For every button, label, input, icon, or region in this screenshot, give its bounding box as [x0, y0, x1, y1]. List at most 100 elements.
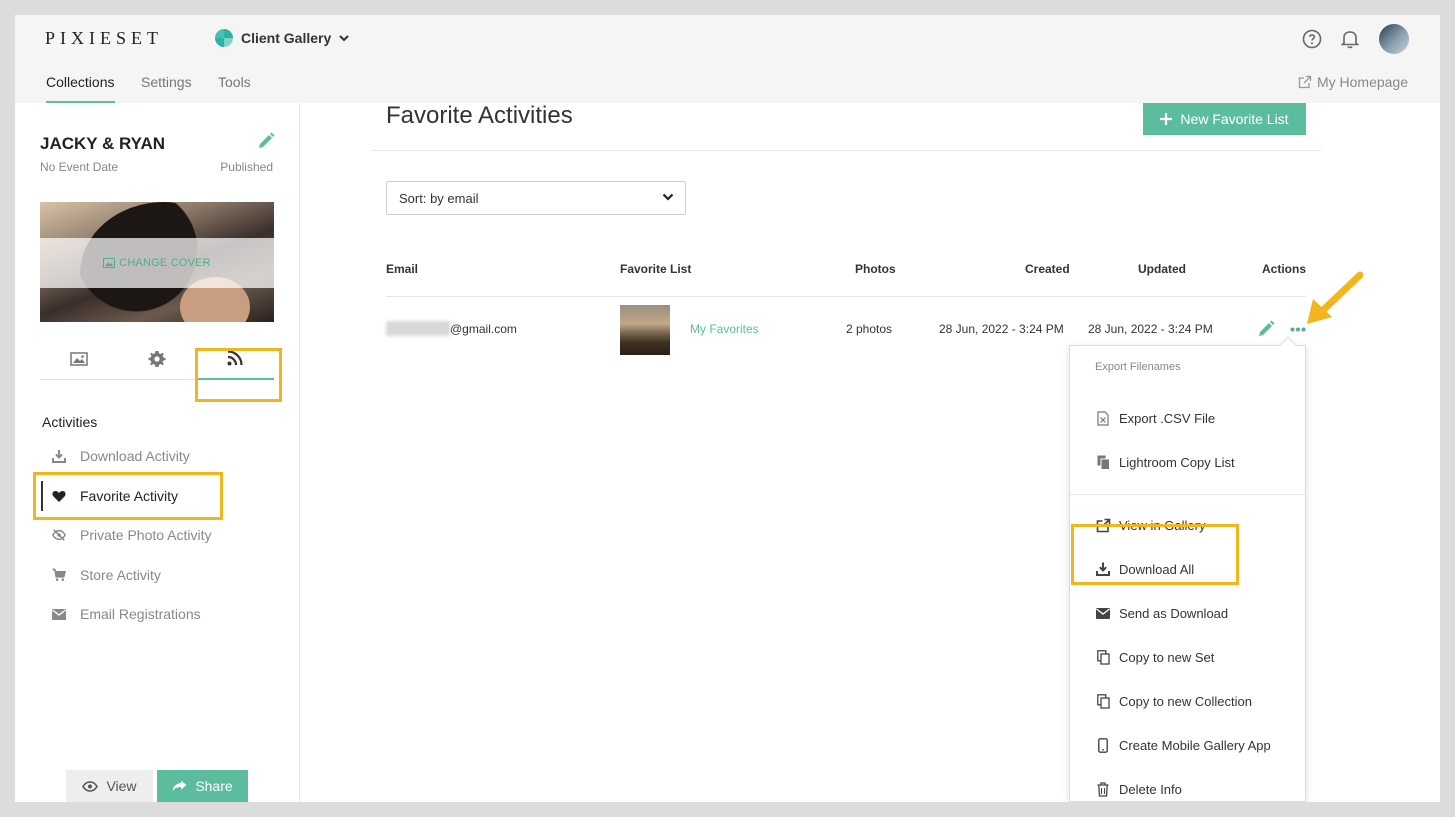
app-switcher[interactable]: Client Gallery: [215, 27, 349, 49]
eye-icon: [82, 780, 99, 792]
export-filenames-heading: Export Filenames: [1095, 361, 1181, 373]
menu-caret: [1279, 336, 1297, 354]
bell-icon[interactable]: [1337, 26, 1363, 52]
menu-item-copy-to-new-collection[interactable]: Copy to new Collection: [1095, 688, 1295, 714]
envelope-icon: [52, 608, 66, 620]
activities-heading: Activities: [42, 414, 98, 430]
highlight-box-download-all: [1071, 524, 1239, 585]
help-icon[interactable]: [1299, 26, 1325, 52]
image-icon: [103, 258, 116, 268]
sidebar-item-store-activity[interactable]: Store Activity: [41, 560, 281, 590]
my-homepage-label: My Homepage: [1316, 74, 1408, 90]
favorite-list-link[interactable]: My Favorites: [690, 322, 759, 336]
cart-icon: [52, 568, 66, 582]
favorite-list-thumbnail[interactable]: [620, 305, 670, 355]
edit-collection-pencil-icon[interactable]: [257, 132, 275, 155]
sidebar-item-label: Private Photo Activity: [80, 527, 212, 543]
annotation-arrow-icon: [1307, 271, 1364, 324]
copy-files-icon: [1095, 455, 1111, 470]
column-header-actions: Actions: [1262, 262, 1307, 276]
divider: [371, 150, 1321, 151]
chevron-down-icon: [339, 35, 349, 42]
column-header-created[interactable]: Created: [1025, 262, 1070, 276]
app-window: PIXIESET Client Gallery Collections Sett…: [15, 15, 1440, 802]
row-email: @gmail.com: [450, 322, 517, 336]
sidebar-item-label: Store Activity: [80, 567, 161, 583]
sidebar-item-download-activity[interactable]: Download Activity: [41, 441, 281, 471]
row-created-date: 28 Jun, 2022 - 3:24 PM: [939, 322, 1064, 336]
my-homepage-link[interactable]: My Homepage: [1298, 74, 1408, 90]
download-icon: [52, 449, 66, 463]
trash-icon: [1095, 781, 1111, 797]
cover-photo: CHANGE COVER: [40, 202, 274, 322]
menu-item-label: Copy to new Collection: [1119, 693, 1252, 709]
column-header-updated[interactable]: Updated: [1138, 262, 1186, 276]
table-divider: [386, 296, 1306, 297]
envelope-icon: [1095, 607, 1111, 619]
row-updated-date: 28 Jun, 2022 - 3:24 PM: [1088, 322, 1213, 336]
external-link-icon: [1298, 75, 1312, 89]
menu-item-label: Copy to new Set: [1119, 649, 1215, 665]
eye-slash-icon: [52, 528, 66, 542]
image-icon: [70, 352, 88, 366]
sidebar-item-label: Email Registrations: [80, 606, 201, 622]
tab-tools[interactable]: Tools: [218, 74, 251, 90]
view-button-label: View: [106, 778, 137, 794]
menu-item-export-csv[interactable]: Export .CSV File: [1095, 405, 1295, 431]
column-header-email[interactable]: Email: [386, 262, 418, 276]
collection-sidebar: JACKY & RYAN No Event Date Published CHA…: [15, 103, 300, 802]
sidebar-item-label: Download Activity: [80, 448, 190, 464]
new-favorite-list-label: New Favorite List: [1180, 111, 1289, 127]
tab-settings[interactable]: Settings: [141, 74, 192, 90]
menu-item-label: Delete Info: [1119, 781, 1182, 797]
share-button-label: Share: [195, 778, 233, 794]
share-icon: [172, 780, 187, 792]
share-button[interactable]: Share: [157, 770, 248, 802]
edit-pencil-icon[interactable]: [1257, 320, 1275, 338]
nav-bar: Collections Settings Tools My Homepage: [15, 63, 1440, 103]
page-title: Favorite Activities: [386, 102, 573, 129]
user-avatar[interactable]: [1379, 24, 1409, 54]
view-button[interactable]: View: [66, 770, 153, 802]
chevron-down-icon: [662, 193, 674, 201]
gear-icon: [148, 351, 166, 367]
menu-item-label: Create Mobile Gallery App: [1119, 737, 1271, 753]
column-header-favorite-list[interactable]: Favorite List: [620, 262, 691, 276]
tab-collection-settings[interactable]: [118, 338, 196, 380]
menu-item-create-mobile-gallery-app[interactable]: Create Mobile Gallery App: [1095, 732, 1295, 758]
publish-status: Published: [220, 160, 273, 174]
event-date: No Event Date: [40, 160, 119, 174]
menu-item-lightroom-copy-list[interactable]: Lightroom Copy List: [1095, 449, 1295, 475]
tab-collections[interactable]: Collections: [46, 74, 114, 90]
menu-item-send-as-download[interactable]: Send as Download: [1095, 600, 1295, 626]
app-switcher-label: Client Gallery: [241, 30, 332, 46]
copy-icon: [1095, 693, 1111, 709]
menu-item-label: Export .CSV File: [1119, 410, 1216, 426]
redacted-email-username: [386, 321, 450, 336]
menu-item-label: Lightroom Copy List: [1119, 454, 1235, 470]
sidebar-item-email-registrations[interactable]: Email Registrations: [41, 599, 281, 629]
highlight-box-activity-tab: [195, 348, 282, 402]
menu-item-delete-info[interactable]: Delete Info: [1095, 776, 1295, 802]
column-header-photos[interactable]: Photos: [855, 262, 896, 276]
sidebar-item-private-photo-activity[interactable]: Private Photo Activity: [41, 520, 281, 550]
plus-icon: [1160, 113, 1173, 125]
sort-select-value: Sort: by email: [399, 190, 479, 206]
pixieset-logo[interactable]: PIXIESET: [45, 28, 163, 49]
copy-icon: [1095, 649, 1111, 665]
change-cover-button[interactable]: CHANGE COVER: [40, 238, 274, 288]
client-gallery-logo-icon: [215, 29, 233, 47]
mobile-icon: [1095, 737, 1111, 753]
csv-file-icon: [1095, 410, 1111, 426]
highlight-box-favorite-activity: [33, 472, 223, 520]
row-photo-count: 2 photos: [846, 322, 893, 336]
new-favorite-list-button[interactable]: New Favorite List: [1143, 103, 1306, 135]
menu-divider: [1070, 494, 1305, 495]
collection-title: JACKY & RYAN: [40, 134, 166, 153]
tab-photos[interactable]: [40, 338, 118, 380]
sort-select[interactable]: Sort: by email: [386, 181, 686, 215]
top-bar: PIXIESET Client Gallery: [15, 15, 1440, 63]
menu-item-copy-to-new-set[interactable]: Copy to new Set: [1095, 644, 1295, 670]
change-cover-label: CHANGE COVER: [119, 257, 211, 269]
menu-item-label: Send as Download: [1119, 605, 1229, 621]
